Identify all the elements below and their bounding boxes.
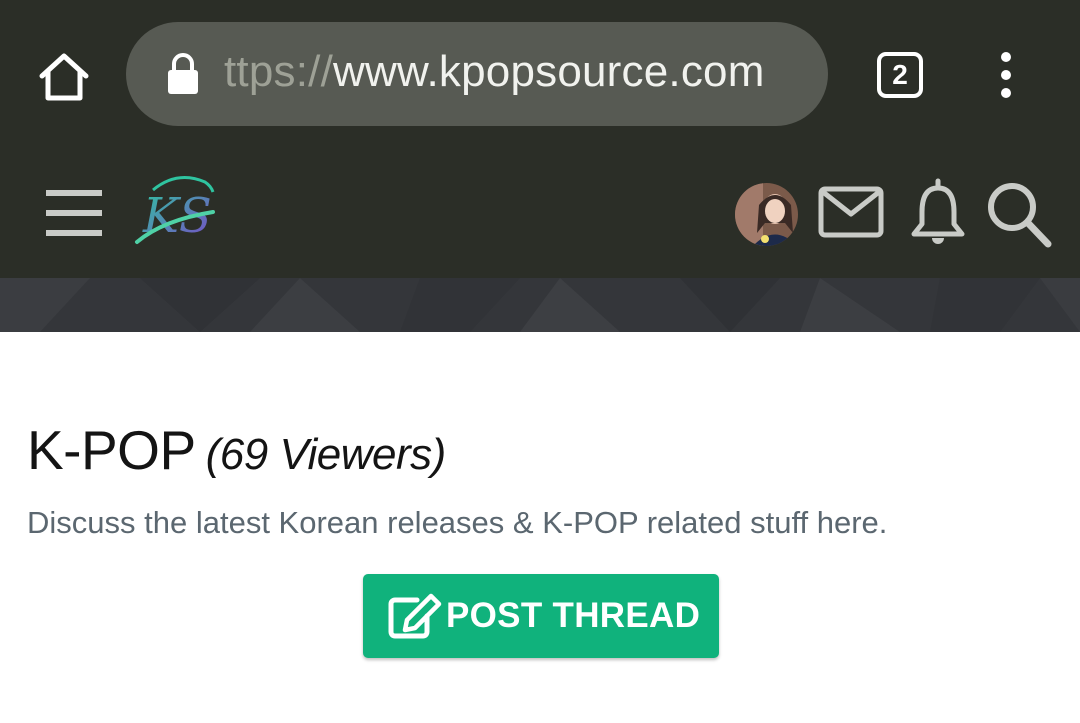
- search-icon[interactable]: [985, 180, 1053, 250]
- avatar[interactable]: [735, 183, 798, 246]
- home-icon[interactable]: [36, 48, 92, 104]
- viewer-count: (69 Viewers): [205, 430, 447, 479]
- browser-toolbar: ttps://www.kpopsource.com 2: [0, 0, 1080, 150]
- more-vert-icon[interactable]: [990, 50, 1022, 100]
- site-logo[interactable]: KS: [133, 168, 221, 248]
- post-thread-button[interactable]: POST THREAD: [363, 574, 719, 658]
- url-scheme: ttps://: [224, 47, 333, 96]
- tabs-count-button[interactable]: 2: [877, 52, 923, 98]
- url-host: www.kpopsource.com: [333, 47, 765, 96]
- forum-title: K-POP (69 Viewers): [27, 418, 446, 482]
- url-bar[interactable]: ttps://www.kpopsource.com: [126, 22, 828, 126]
- forum-description: Discuss the latest Korean releases & K-P…: [27, 505, 888, 540]
- edit-icon: [387, 592, 443, 640]
- url-text[interactable]: ttps://www.kpopsource.com: [224, 47, 765, 97]
- lock-icon: [166, 52, 200, 96]
- header-pattern-strip: [0, 278, 1080, 332]
- bell-icon[interactable]: [908, 178, 968, 248]
- site-header: KS: [0, 150, 1080, 278]
- mail-icon[interactable]: [818, 186, 884, 238]
- hamburger-menu-icon[interactable]: [44, 188, 106, 240]
- post-thread-label: POST THREAD: [446, 596, 701, 635]
- forum-title-text: K-POP: [27, 419, 196, 481]
